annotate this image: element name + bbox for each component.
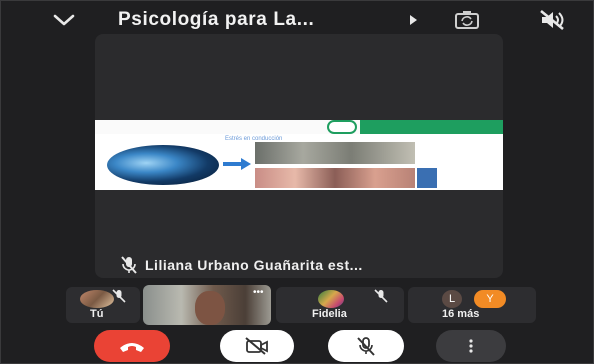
more-options-icon[interactable]: •••: [253, 287, 264, 298]
arrow-right-icon: [223, 158, 251, 170]
participant-label: Tú: [90, 308, 104, 320]
caret-right-icon[interactable]: [408, 14, 418, 26]
end-call-icon: [120, 343, 144, 352]
brain-image: [107, 145, 219, 185]
participant-tile-fidelia[interactable]: Fidelia: [276, 287, 404, 323]
participant-label: Fidelia: [312, 308, 347, 320]
mic-toggle-button[interactable]: [328, 330, 404, 362]
slide-photo-people: [255, 168, 415, 188]
mic-off-icon: [357, 337, 375, 356]
participant-tile-more[interactable]: L Y 16 más: [408, 287, 536, 323]
slide-green-banner: [360, 120, 503, 134]
participant-face: [195, 291, 225, 325]
more-vertical-icon: [469, 339, 473, 353]
presentation-tile[interactable]: Estrés en conducción Liliana Urbano Guañ…: [95, 34, 503, 278]
mic-off-icon: [374, 289, 388, 303]
participant-tile-self[interactable]: Tú: [66, 287, 140, 323]
shared-slide: Estrés en conducción: [95, 120, 503, 190]
volume-off-icon[interactable]: [538, 8, 566, 32]
slide-photo-traffic: [255, 142, 415, 164]
more-options-button[interactable]: [436, 330, 506, 362]
avatar-initial-l: L: [442, 290, 462, 308]
camera-off-icon: [245, 337, 268, 355]
presenter-name: Liliana Urbano Guañarita est...: [145, 257, 363, 273]
switch-camera-icon[interactable]: [454, 10, 480, 30]
presenter-label: Liliana Urbano Guañarita est...: [121, 256, 363, 274]
slide-photo-small: [417, 168, 437, 188]
participant-label: 16 más: [442, 308, 480, 320]
avatar: [318, 290, 344, 308]
avatar: [80, 290, 114, 308]
camera-toggle-button[interactable]: [220, 330, 294, 362]
participant-tile-video[interactable]: •••: [143, 285, 271, 325]
slide-logo: [327, 120, 357, 134]
avatar-initial-y: Y: [474, 290, 506, 308]
meeting-title[interactable]: Psicología para La...: [118, 9, 314, 31]
chevron-down-icon[interactable]: [52, 10, 76, 30]
end-call-button[interactable]: [94, 330, 170, 362]
mic-off-icon: [112, 289, 126, 303]
mic-off-icon: [121, 256, 137, 274]
